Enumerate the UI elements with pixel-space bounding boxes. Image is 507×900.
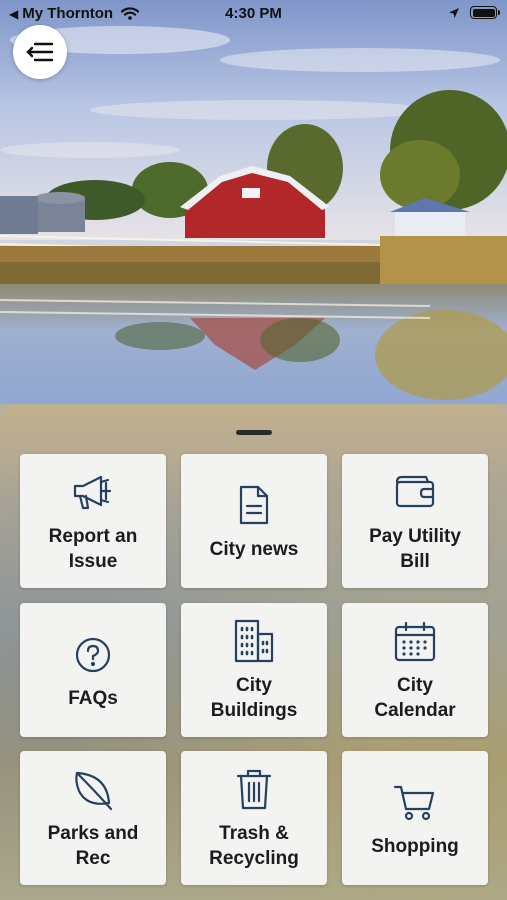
wallet-icon <box>342 472 488 510</box>
tile-faqs[interactable]: FAQs <box>20 603 166 737</box>
tile-label: Shopping <box>371 836 459 857</box>
menu-collapse-icon <box>26 42 54 62</box>
sheet-grabber[interactable] <box>236 430 272 435</box>
tile-label: FAQs <box>68 688 118 709</box>
tile-city-buildings[interactable]: City Buildings <box>181 603 327 737</box>
tile-label: Report an Issue <box>48 526 138 572</box>
tile-shopping[interactable]: Shopping <box>342 751 488 885</box>
tile-label: City Calendar <box>374 675 456 721</box>
shopping-cart-icon <box>342 783 488 823</box>
status-time: 4:30 PM <box>225 5 282 22</box>
tile-label: Pay Utility Bill <box>369 526 461 572</box>
tile-label: City Buildings <box>210 675 298 721</box>
battery-icon <box>470 6 500 19</box>
building-icon <box>181 618 327 664</box>
bottom-sheet: Report an Issue City news Pay Utility Bi… <box>0 406 507 900</box>
menu-button[interactable] <box>13 25 67 79</box>
calendar-icon <box>342 621 488 663</box>
document-icon <box>181 484 327 526</box>
tile-label: City news <box>209 539 299 560</box>
tile-label: Parks and Rec <box>47 823 139 869</box>
leaf-icon <box>20 769 166 811</box>
megaphone-icon <box>20 472 166 512</box>
tile-parks-and-rec[interactable]: Parks and Rec <box>20 751 166 885</box>
tile-city-calendar[interactable]: City Calendar <box>342 603 488 737</box>
tile-report-issue[interactable]: Report an Issue <box>20 454 166 588</box>
location-arrow-icon <box>449 7 459 18</box>
trash-icon <box>181 768 327 812</box>
question-circle-icon <box>20 636 166 674</box>
tile-label: Trash & Recycling <box>209 823 299 869</box>
tile-trash-recycling[interactable]: Trash & Recycling <box>181 751 327 885</box>
tile-pay-utility-bill[interactable]: Pay Utility Bill <box>342 454 488 588</box>
tile-city-news[interactable]: City news <box>181 454 327 588</box>
status-indicators <box>448 6 500 19</box>
status-bar: ◀ My Thornton 4:30 PM <box>0 0 507 28</box>
